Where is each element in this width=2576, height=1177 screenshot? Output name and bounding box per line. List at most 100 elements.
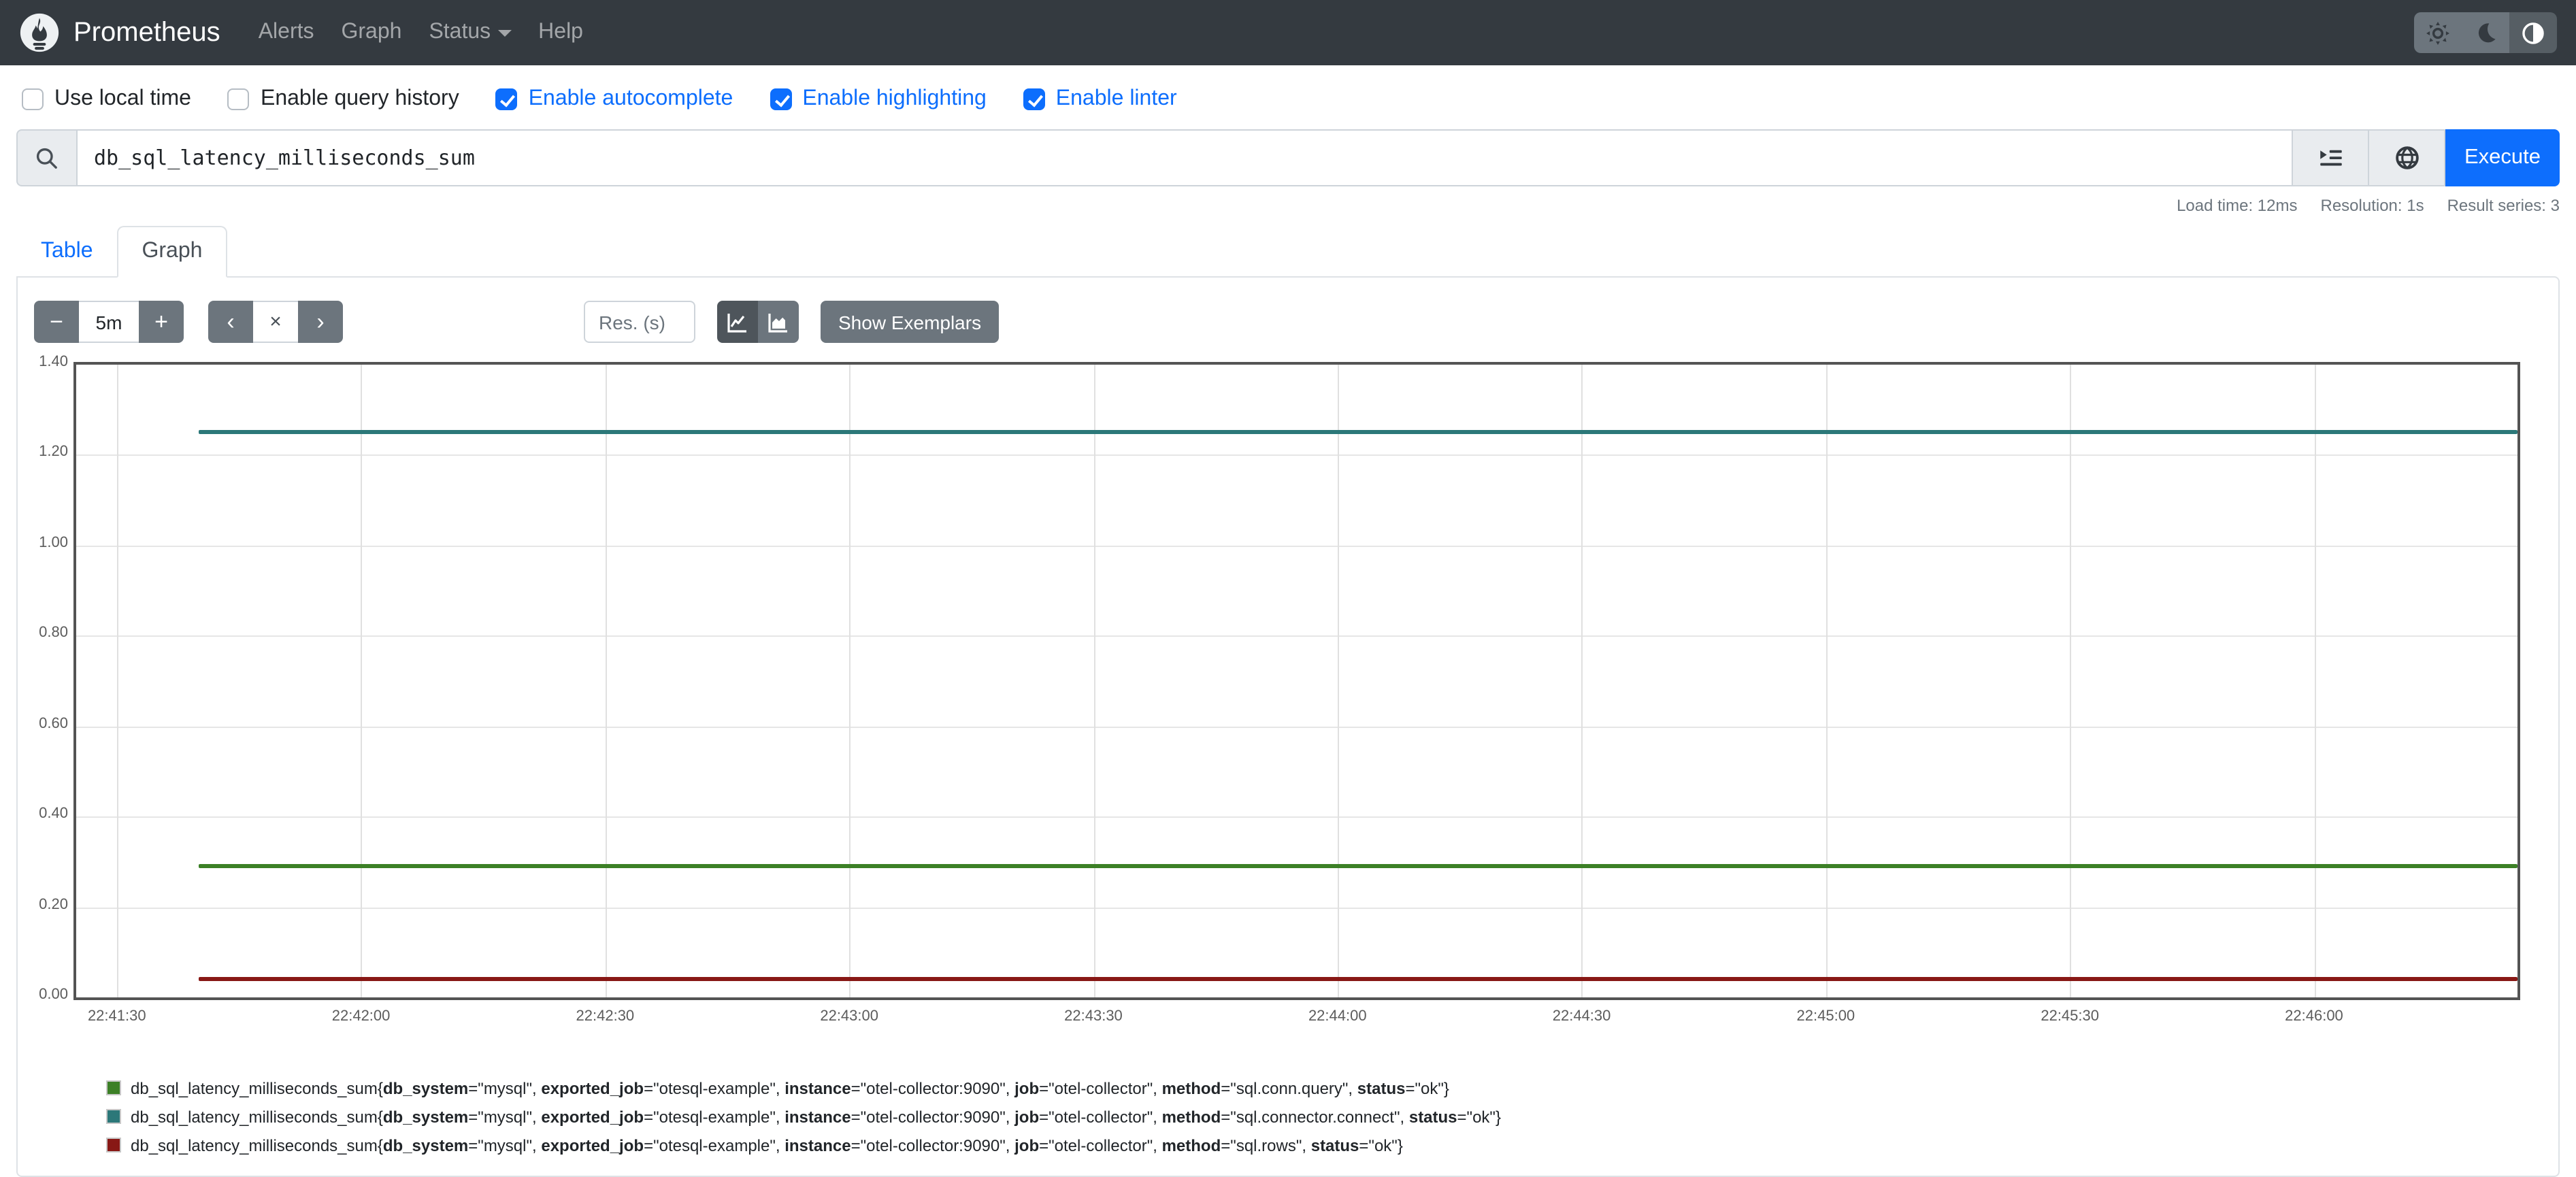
plot-area[interactable] — [73, 362, 2520, 1000]
gridline-vertical — [2314, 365, 2315, 997]
stacked-chart-icon — [767, 311, 789, 333]
checkbox-icon[interactable] — [228, 88, 250, 110]
increase-range-button[interactable]: + — [139, 301, 184, 343]
load-time-stat: Load time: 12ms — [2177, 196, 2297, 215]
prometheus-logo-icon — [19, 12, 60, 53]
stacked-chart-button[interactable] — [758, 301, 799, 343]
x-axis-tick-label: 22:43:30 — [1044, 1008, 1142, 1025]
gridline-vertical — [2070, 365, 2071, 997]
show-exemplars-button[interactable]: Show Exemplars — [821, 301, 999, 343]
navbar: Prometheus Alerts Graph Status Help — [0, 0, 2576, 65]
graph-panel: − + ‹ × › — [16, 276, 2560, 1177]
resolution-stat: Resolution: 1s — [2321, 196, 2424, 215]
series-line-sql-conn-query — [198, 864, 2517, 868]
nav-link-alerts[interactable]: Alerts — [245, 20, 328, 45]
gridline-horizontal — [76, 455, 2517, 457]
option-label: Use local time — [54, 87, 191, 112]
gridline-horizontal — [76, 726, 2517, 727]
tab-table[interactable]: Table — [16, 226, 118, 278]
query-stats: Load time: 12ms Resolution: 1s Result se… — [0, 196, 2560, 215]
graph-controls: − + ‹ × › — [34, 301, 2542, 343]
x-axis-tick-label: 22:45:30 — [2021, 1008, 2119, 1025]
y-axis-tick-label: 1.00 — [34, 535, 68, 551]
y-axis-tick-label: 0.00 — [34, 987, 68, 1003]
legend-series-label: db_sql_latency_milliseconds_sum{db_syste… — [131, 1107, 1501, 1126]
gridline-horizontal — [76, 907, 2517, 908]
dark-theme-button[interactable] — [2462, 12, 2509, 53]
metrics-explorer-button[interactable] — [2369, 129, 2445, 186]
legend-swatch-icon — [106, 1080, 121, 1095]
option-enable-highlighting[interactable]: Enable highlighting — [770, 87, 986, 112]
format-indent-icon — [2318, 146, 2343, 170]
legend-swatch-icon — [106, 1138, 121, 1153]
legend-row[interactable]: db_sql_latency_milliseconds_sum{db_syste… — [106, 1074, 2542, 1102]
caret-down-icon — [497, 29, 511, 36]
auto-theme-button[interactable] — [2509, 12, 2557, 53]
checkbox-icon[interactable] — [496, 88, 518, 110]
format-expression-button[interactable] — [2293, 129, 2369, 186]
nav-link-status[interactable]: Status — [415, 20, 525, 45]
light-theme-button[interactable] — [2414, 12, 2462, 53]
option-label: Enable linter — [1056, 87, 1177, 112]
clear-time-button[interactable]: × — [253, 301, 298, 343]
legend: db_sql_latency_milliseconds_sum{db_syste… — [106, 1074, 2542, 1159]
x-axis-tick-label: 22:41:30 — [68, 1008, 166, 1025]
moon-icon — [2475, 22, 2496, 44]
execute-button[interactable]: Execute — [2445, 129, 2560, 186]
x-axis-tick-label: 22:46:00 — [2265, 1008, 2363, 1025]
decrease-range-button[interactable]: − — [34, 301, 79, 343]
brand[interactable]: Prometheus — [19, 12, 220, 53]
y-axis-tick-label: 1.20 — [34, 444, 68, 461]
checkbox-icon[interactable] — [770, 88, 791, 110]
legend-series-label: db_sql_latency_milliseconds_sum{db_syste… — [131, 1135, 1403, 1155]
option-use-local-time[interactable]: Use local time — [22, 87, 191, 112]
theme-toggle-group — [2414, 12, 2557, 53]
query-expression-input[interactable] — [78, 129, 2293, 186]
search-addon — [16, 129, 78, 186]
nav-link-graph[interactable]: Graph — [328, 20, 416, 45]
gridline-vertical — [849, 365, 851, 997]
x-axis-tick-label: 22:44:00 — [1289, 1008, 1387, 1025]
x-axis-tick-label: 22:44:30 — [1533, 1008, 1631, 1025]
range-control-group: − + — [34, 301, 184, 343]
checkbox-icon[interactable] — [22, 88, 44, 110]
gridline-vertical — [1826, 365, 1827, 997]
line-chart-button[interactable] — [717, 301, 758, 343]
gridline-vertical — [117, 365, 118, 997]
legend-row[interactable]: db_sql_latency_milliseconds_sum{db_syste… — [106, 1102, 2542, 1131]
nav-link-help[interactable]: Help — [525, 20, 597, 45]
gridline-vertical — [1093, 365, 1095, 997]
series-line-sql-rows — [198, 977, 2517, 981]
y-axis-tick-label: 1.40 — [34, 354, 68, 370]
legend-swatch-icon — [106, 1109, 121, 1124]
option-label: Enable autocomplete — [529, 87, 733, 112]
y-axis-tick-label: 0.20 — [34, 896, 68, 912]
x-axis-tick-label: 22:43:00 — [800, 1008, 898, 1025]
chart-type-toggle — [717, 301, 799, 343]
globe-icon — [2394, 146, 2419, 170]
x-axis-tick-label: 22:45:00 — [1777, 1008, 1875, 1025]
shift-back-button[interactable]: ‹ — [208, 301, 253, 343]
resolution-input[interactable] — [584, 301, 695, 343]
tab-graph[interactable]: Graph — [118, 226, 227, 278]
range-input[interactable] — [79, 301, 139, 343]
x-axis-tick-label: 22:42:00 — [312, 1008, 410, 1025]
gridline-vertical — [1338, 365, 1339, 997]
shift-forward-button[interactable]: › — [298, 301, 343, 343]
options-bar: Use local time Enable query history Enab… — [0, 65, 2576, 112]
option-enable-linter[interactable]: Enable linter — [1023, 87, 1177, 112]
line-chart-icon — [727, 311, 748, 333]
legend-row[interactable]: db_sql_latency_milliseconds_sum{db_syste… — [106, 1131, 2542, 1159]
page: Prometheus Alerts Graph Status Help — [0, 0, 2576, 1129]
result-tabs: Table Graph — [16, 225, 2560, 276]
gridline-horizontal — [76, 816, 2517, 818]
circle-half-icon — [2522, 21, 2545, 44]
option-enable-autocomplete[interactable]: Enable autocomplete — [496, 87, 733, 112]
search-icon — [35, 146, 59, 169]
checkbox-icon[interactable] — [1023, 88, 1045, 110]
legend-series-label: db_sql_latency_milliseconds_sum{db_syste… — [131, 1078, 1449, 1097]
series-line-sql-connector-connect — [198, 431, 2517, 435]
option-enable-query-history[interactable]: Enable query history — [228, 87, 459, 112]
query-bar: Execute — [16, 129, 2560, 186]
time-shift-group: ‹ × › — [208, 301, 343, 343]
